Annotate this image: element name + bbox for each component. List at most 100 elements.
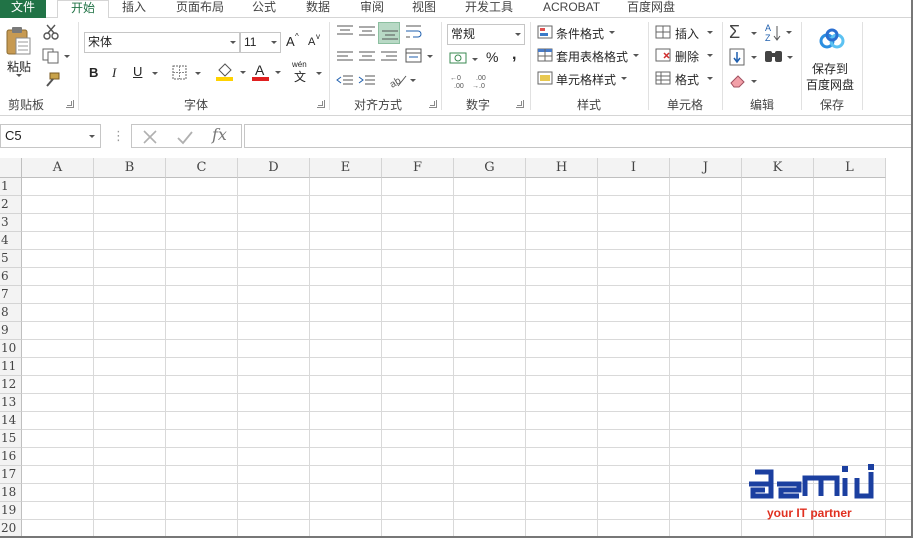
tab-file[interactable]: 文件: [0, 0, 46, 18]
column-header-B[interactable]: B: [94, 158, 166, 178]
wrap-text-icon[interactable]: [405, 24, 423, 40]
tab-home[interactable]: 开始: [57, 0, 109, 19]
row-header-2[interactable]: 2: [0, 196, 22, 214]
insert-function-icon[interactable]: fx: [212, 125, 227, 144]
row-header-7[interactable]: 7: [0, 286, 22, 304]
save-to-baidu-button[interactable]: 保存到 百度网盘: [806, 26, 858, 92]
copy-button[interactable]: [42, 48, 72, 64]
align-center-icon[interactable]: [358, 50, 376, 64]
column-header-J[interactable]: J: [670, 158, 742, 178]
column-header-I[interactable]: I: [598, 158, 670, 178]
row-header-17[interactable]: 17: [0, 466, 22, 484]
orientation-button[interactable]: ab: [388, 72, 418, 90]
find-select-button[interactable]: [764, 48, 794, 68]
autosum-button[interactable]: Σ: [729, 22, 759, 44]
tab-developer[interactable]: 开发工具: [465, 0, 513, 18]
alignment-launcher-icon[interactable]: [429, 100, 437, 108]
bold-button[interactable]: B: [89, 65, 98, 80]
align-top-icon[interactable]: [336, 24, 354, 38]
row-header-11[interactable]: 11: [0, 358, 22, 376]
format-cells-button[interactable]: 格式: [655, 70, 719, 88]
column-header-L[interactable]: L: [814, 158, 886, 178]
tab-review[interactable]: 审阅: [360, 0, 384, 18]
align-right-icon[interactable]: [380, 50, 398, 64]
underline-button[interactable]: U: [133, 64, 142, 79]
formula-bar-handle-icon[interactable]: ⋮: [112, 128, 125, 144]
decrease-indent-icon[interactable]: [336, 74, 354, 88]
row-header-19[interactable]: 19: [0, 502, 22, 520]
font-color-button[interactable]: A: [252, 62, 282, 82]
delete-cells-button[interactable]: 删除: [655, 47, 719, 65]
format-as-table-button[interactable]: 套用表格格式: [537, 47, 647, 65]
tab-acrobat[interactable]: ACROBAT: [543, 0, 600, 18]
tab-insert[interactable]: 插入: [122, 0, 146, 18]
cell-styles-button[interactable]: 单元格样式: [537, 70, 637, 88]
column-header-H[interactable]: H: [526, 158, 598, 178]
comma-style-button[interactable]: ,: [512, 46, 516, 64]
row-header-9[interactable]: 9: [0, 322, 22, 340]
clear-button[interactable]: [729, 72, 759, 92]
increase-indent-icon[interactable]: [358, 74, 376, 88]
paste-button[interactable]: 粘贴: [4, 24, 34, 77]
row-header-12[interactable]: 12: [0, 376, 22, 394]
row-header-15[interactable]: 15: [0, 430, 22, 448]
tab-data[interactable]: 数据: [306, 0, 330, 18]
tab-baidu-netdisk[interactable]: 百度网盘: [627, 0, 675, 18]
tab-page-layout[interactable]: 页面布局: [176, 0, 224, 18]
percent-style-button[interactable]: %: [486, 49, 498, 65]
fill-button[interactable]: [729, 48, 759, 68]
name-box[interactable]: C5: [0, 124, 101, 148]
cancel-icon[interactable]: [142, 129, 158, 145]
merge-center-button[interactable]: [405, 48, 433, 66]
align-bottom-icon: [382, 30, 398, 40]
fill-color-button[interactable]: [216, 62, 246, 82]
row-header-13[interactable]: 13: [0, 394, 22, 412]
row-header-10[interactable]: 10: [0, 340, 22, 358]
accounting-format-button[interactable]: [449, 50, 479, 68]
row-header-4[interactable]: 4: [0, 232, 22, 250]
number-format-combo[interactable]: 常规: [447, 24, 525, 45]
font-launcher-icon[interactable]: [317, 100, 325, 108]
borders-button[interactable]: [172, 64, 202, 82]
tab-formulas[interactable]: 公式: [252, 0, 276, 18]
column-header-E[interactable]: E: [310, 158, 382, 178]
column-header-A[interactable]: A: [22, 158, 94, 178]
column-header-F[interactable]: F: [382, 158, 454, 178]
scissors-icon[interactable]: [42, 24, 60, 40]
row-header-1[interactable]: 1: [0, 178, 22, 196]
row-header-16[interactable]: 16: [0, 448, 22, 466]
column-header-D[interactable]: D: [238, 158, 310, 178]
italic-button[interactable]: I: [112, 65, 116, 81]
column-header-G[interactable]: G: [454, 158, 526, 178]
align-left-icon[interactable]: [336, 50, 354, 64]
decrease-decimal-icon[interactable]: .00→.0: [472, 73, 492, 89]
column-header-K[interactable]: K: [742, 158, 814, 178]
grid-line-horizontal: [22, 249, 913, 250]
chevron-down-icon[interactable]: [152, 72, 158, 75]
phonetic-button[interactable]: wén 文: [292, 60, 322, 84]
row-header-18[interactable]: 18: [0, 484, 22, 502]
row-header-8[interactable]: 8: [0, 304, 22, 322]
clipboard-launcher-icon[interactable]: [66, 100, 74, 108]
shrink-font-button[interactable]: Av: [308, 32, 322, 52]
font-size-combo[interactable]: 11: [240, 32, 281, 53]
increase-decimal-icon[interactable]: ←0.00: [450, 73, 470, 89]
column-header-C[interactable]: C: [166, 158, 238, 178]
row-header-3[interactable]: 3: [0, 214, 22, 232]
sort-filter-button[interactable]: AZ: [764, 22, 794, 44]
tab-view[interactable]: 视图: [412, 0, 436, 18]
number-launcher-icon[interactable]: [516, 100, 524, 108]
conditional-formatting-button[interactable]: 条件格式: [537, 24, 637, 42]
grow-font-button[interactable]: A ^: [286, 32, 300, 50]
row-header-6[interactable]: 6: [0, 268, 22, 286]
select-all-corner[interactable]: [0, 158, 22, 178]
font-name-combo[interactable]: 宋体: [84, 32, 240, 53]
row-header-5[interactable]: 5: [0, 250, 22, 268]
row-header-14[interactable]: 14: [0, 412, 22, 430]
formula-input[interactable]: [244, 124, 913, 148]
align-middle-icon[interactable]: [358, 24, 376, 38]
format-painter-icon[interactable]: [42, 72, 60, 88]
align-bottom-button[interactable]: [378, 22, 400, 44]
insert-cells-button[interactable]: 插入: [655, 24, 719, 42]
enter-check-icon[interactable]: [176, 129, 194, 145]
